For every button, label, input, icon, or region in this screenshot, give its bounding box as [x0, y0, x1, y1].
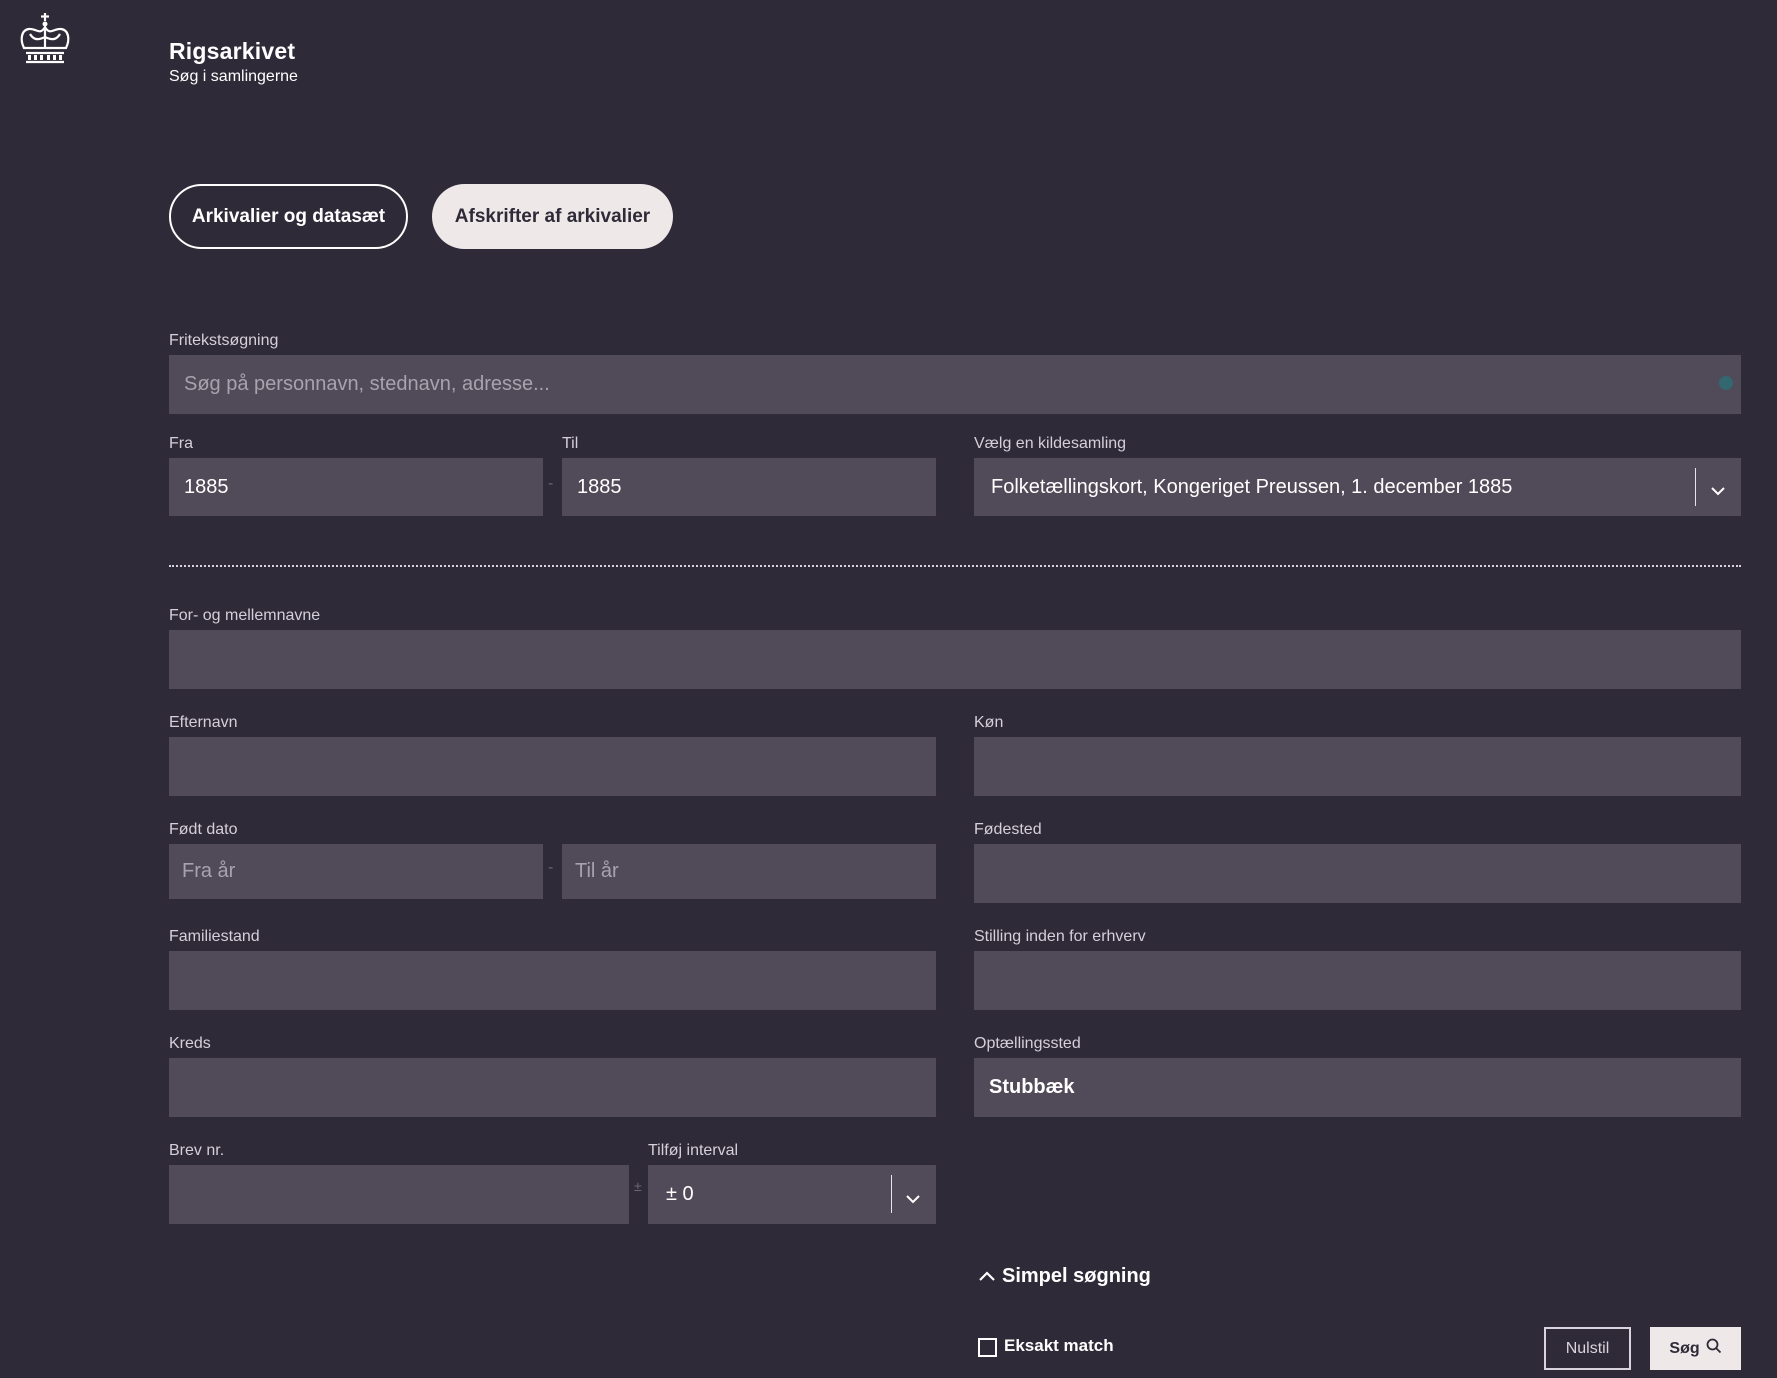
- crown-logo-icon[interactable]: [16, 12, 74, 68]
- to-label: Til: [562, 435, 579, 452]
- to-year-input[interactable]: 1885: [562, 458, 936, 516]
- interval-select[interactable]: ± 0: [648, 1165, 936, 1224]
- tab-arkivalier[interactable]: Arkivalier og datasæt: [169, 184, 408, 249]
- born-to-placeholder: Til år: [575, 860, 619, 882]
- search-button-label: Søg: [1669, 1339, 1700, 1357]
- exact-match-label[interactable]: Eksakt match: [1004, 1336, 1114, 1356]
- birthplace-input[interactable]: [974, 844, 1741, 903]
- plus-minus-symbol: ±: [634, 1178, 642, 1194]
- district-input[interactable]: [169, 1058, 936, 1117]
- freetext-placeholder: Søg på personnavn, stednavn, adresse...: [184, 373, 550, 395]
- interval-label: Tilføj interval: [648, 1142, 739, 1159]
- born-label: Født dato: [169, 821, 238, 838]
- freetext-label: Fritekstsøgning: [169, 332, 279, 349]
- select-divider: [891, 1175, 892, 1213]
- site-title[interactable]: Rigsarkivet: [169, 38, 295, 65]
- chevron-down-icon: [905, 1188, 921, 1211]
- born-from-placeholder: Fra år: [182, 860, 236, 882]
- occupation-input[interactable]: [974, 951, 1741, 1010]
- chevron-up-icon: [978, 1265, 996, 1288]
- to-year-value: 1885: [577, 475, 622, 498]
- gender-label: Køn: [974, 714, 1004, 731]
- section-divider: [169, 565, 1741, 567]
- simple-search-toggle[interactable]: Simpel søgning: [978, 1265, 1151, 1288]
- firstnames-input[interactable]: [169, 630, 1741, 689]
- from-year-value: 1885: [184, 475, 229, 498]
- freetext-input[interactable]: Søg på personnavn, stednavn, adresse...: [169, 355, 1741, 414]
- letter-no-input[interactable]: [169, 1165, 629, 1224]
- surname-input[interactable]: [169, 737, 936, 796]
- from-year-input[interactable]: 1885: [169, 458, 543, 516]
- firstnames-label: For- og mellemnavne: [169, 607, 321, 624]
- born-separator: -: [548, 859, 554, 876]
- marital-label: Familiestand: [169, 928, 260, 945]
- collection-value: Folketællingskort, Kongeriget Preussen, …: [991, 475, 1513, 498]
- gender-input[interactable]: [974, 737, 1741, 796]
- marital-input[interactable]: [169, 951, 936, 1010]
- census-place-value: Stubbæk: [989, 1076, 1075, 1098]
- reset-button-label: Nulstil: [1565, 1339, 1610, 1357]
- search-button[interactable]: Søg: [1650, 1327, 1741, 1370]
- born-to-input[interactable]: Til år: [562, 844, 936, 899]
- surname-label: Efternavn: [169, 714, 238, 731]
- interval-value: ± 0: [666, 1183, 694, 1205]
- tab-afskrifter[interactable]: Afskrifter af arkivalier: [432, 184, 673, 249]
- birthplace-label: Fødested: [974, 821, 1042, 838]
- period-separator: -: [548, 475, 554, 492]
- simple-search-label: Simpel søgning: [1002, 1265, 1151, 1287]
- letter-no-label: Brev nr.: [169, 1142, 225, 1159]
- reset-button[interactable]: Nulstil: [1544, 1327, 1631, 1370]
- from-label: Fra: [169, 435, 193, 452]
- search-icon: [1706, 1338, 1722, 1359]
- select-divider: [1695, 468, 1696, 506]
- occupation-label: Stilling inden for erhverv: [974, 928, 1146, 945]
- site-subtitle: Søg i samlingerne: [169, 68, 298, 85]
- district-label: Kreds: [169, 1035, 211, 1052]
- census-place-label: Optællingssted: [974, 1035, 1081, 1052]
- born-from-input[interactable]: Fra år: [169, 844, 543, 899]
- exact-match-checkbox[interactable]: [978, 1338, 997, 1357]
- chevron-down-icon: [1710, 480, 1726, 503]
- collection-label: Vælg en kildesamling: [974, 435, 1127, 452]
- status-dot-icon: [1719, 376, 1733, 390]
- collection-select[interactable]: Folketællingskort, Kongeriget Preussen, …: [974, 458, 1741, 516]
- census-place-input[interactable]: Stubbæk: [974, 1058, 1741, 1117]
